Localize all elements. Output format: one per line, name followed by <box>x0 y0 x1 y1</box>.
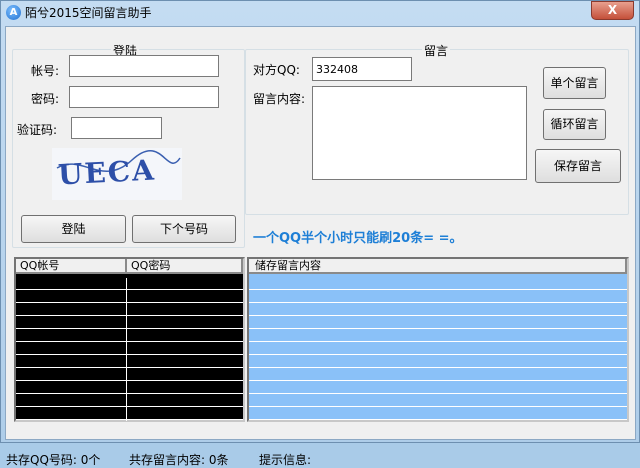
column-divider <box>126 343 127 356</box>
table-row[interactable] <box>16 304 243 317</box>
content-textarea[interactable] <box>312 86 527 180</box>
captcha-text: UECA <box>57 153 157 192</box>
messages-table[interactable]: 储存留言内容 <box>247 257 629 422</box>
table-row[interactable] <box>249 356 627 368</box>
table-row[interactable] <box>16 395 243 408</box>
column-divider <box>126 278 127 291</box>
account-input[interactable] <box>69 55 219 77</box>
captcha-label: 验证码: <box>17 123 58 137</box>
column-header-stored-messages[interactable]: 储存留言内容 <box>249 259 627 274</box>
captcha-input[interactable] <box>71 117 162 139</box>
table-row[interactable] <box>16 408 243 421</box>
table-row[interactable] <box>249 369 627 381</box>
window-title: 陌兮2015空间留言助手 <box>25 6 152 20</box>
table-row[interactable] <box>249 395 627 407</box>
column-header-qq-password[interactable]: QQ密码 <box>127 259 243 274</box>
client-area: 登陆 帐号: 密码: 验证码: UECA 登陆 下个号码 留言 对方QQ: 33… <box>5 26 636 467</box>
password-input[interactable] <box>69 86 219 108</box>
app-icon: A <box>6 5 21 20</box>
table-row[interactable] <box>16 330 243 343</box>
next-account-button[interactable]: 下个号码 <box>132 215 236 243</box>
main-window: A 陌兮2015空间留言助手 X 登陆 帐号: 密码: 验证码: UECA 登陆… <box>0 0 640 467</box>
table-row[interactable] <box>249 278 627 290</box>
column-divider <box>126 382 127 395</box>
table-row[interactable] <box>249 330 627 342</box>
password-label: 密码: <box>31 92 60 106</box>
content-label: 留言内容: <box>253 92 306 106</box>
loop-message-button[interactable]: 循环留言 <box>543 109 606 140</box>
column-divider <box>126 291 127 304</box>
column-header-qq-account[interactable]: QQ帐号 <box>16 259 127 274</box>
column-divider <box>126 356 127 369</box>
account-label: 帐号: <box>31 64 60 78</box>
accounts-table[interactable]: QQ帐号 QQ密码 <box>14 257 245 422</box>
table-row[interactable] <box>16 356 243 369</box>
table-row[interactable] <box>16 278 243 291</box>
table-row[interactable] <box>16 291 243 304</box>
message-count-status: 共存留言内容: 0条 <box>129 453 229 467</box>
hint-text: 一个QQ半个小时只能刷20条= =。 <box>253 231 463 246</box>
info-status: 提示信息: <box>259 453 312 467</box>
table-row[interactable] <box>249 382 627 394</box>
target-qq-input[interactable]: 332408 <box>312 57 412 81</box>
column-divider <box>126 304 127 317</box>
close-button[interactable]: X <box>591 1 634 20</box>
login-button[interactable]: 登陆 <box>21 215 126 243</box>
column-divider <box>126 317 127 330</box>
column-divider <box>126 395 127 408</box>
column-divider <box>126 369 127 382</box>
title-bar: A 陌兮2015空间留言助手 X <box>1 1 640 23</box>
table-row[interactable] <box>16 382 243 395</box>
accounts-table-header: QQ帐号 QQ密码 <box>16 259 243 274</box>
table-row[interactable] <box>16 317 243 330</box>
table-row[interactable] <box>16 343 243 356</box>
captcha-image[interactable]: UECA <box>52 148 182 200</box>
table-row[interactable] <box>249 304 627 316</box>
save-message-button[interactable]: 保存留言 <box>535 149 621 183</box>
table-row[interactable] <box>249 317 627 329</box>
column-divider <box>126 408 127 421</box>
table-row[interactable] <box>249 343 627 355</box>
single-message-button[interactable]: 单个留言 <box>543 67 606 99</box>
table-row[interactable] <box>16 369 243 382</box>
column-divider <box>126 330 127 343</box>
table-row[interactable] <box>249 291 627 303</box>
messages-table-header: 储存留言内容 <box>249 259 627 274</box>
target-qq-label: 对方QQ: <box>253 63 300 77</box>
message-group-title: 留言 <box>422 42 451 59</box>
qq-count-status: 共存QQ号码: 0个 <box>6 453 101 467</box>
table-row[interactable] <box>249 408 627 420</box>
